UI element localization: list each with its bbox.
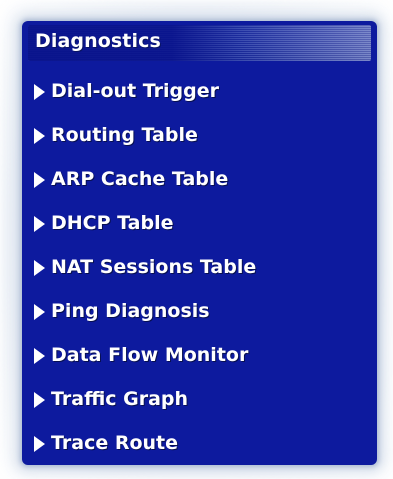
menu-item-traffic-graph[interactable]: Traffic Graph bbox=[34, 377, 370, 421]
menu-item-label[interactable]: ARP Cache Table bbox=[51, 168, 228, 190]
triangle-right-icon bbox=[34, 347, 45, 364]
menu-item-dhcp-table[interactable]: DHCP Table bbox=[34, 201, 370, 245]
diagnostics-menu: Dial-out Trigger Routing Table ARP Cache… bbox=[34, 69, 370, 465]
triangle-right-icon bbox=[34, 127, 45, 144]
triangle-right-icon bbox=[34, 435, 45, 452]
menu-item-arp-cache-table[interactable]: ARP Cache Table bbox=[34, 157, 370, 201]
diagnostics-title: Diagnostics bbox=[35, 30, 161, 52]
menu-item-trace-route[interactable]: Trace Route bbox=[34, 421, 370, 465]
menu-item-label[interactable]: DHCP Table bbox=[51, 212, 174, 234]
menu-item-dial-out-trigger[interactable]: Dial-out Trigger bbox=[34, 69, 370, 113]
menu-item-label[interactable]: Ping Diagnosis bbox=[51, 300, 210, 322]
triangle-right-icon bbox=[34, 171, 45, 188]
menu-item-label[interactable]: Trace Route bbox=[51, 432, 178, 454]
diagnostics-menu-panel: Diagnostics Dial-out Trigger Routing Tab… bbox=[22, 21, 377, 465]
menu-item-label[interactable]: Dial-out Trigger bbox=[51, 80, 219, 102]
menu-item-label[interactable]: NAT Sessions Table bbox=[51, 256, 256, 278]
diagnostics-header: Diagnostics bbox=[28, 25, 371, 61]
triangle-right-icon bbox=[34, 259, 45, 276]
triangle-right-icon bbox=[34, 391, 45, 408]
menu-item-label[interactable]: Traffic Graph bbox=[51, 388, 188, 410]
menu-item-ping-diagnosis[interactable]: Ping Diagnosis bbox=[34, 289, 370, 333]
menu-item-data-flow-monitor[interactable]: Data Flow Monitor bbox=[34, 333, 370, 377]
menu-item-routing-table[interactable]: Routing Table bbox=[34, 113, 370, 157]
menu-item-label[interactable]: Routing Table bbox=[51, 124, 198, 146]
triangle-right-icon bbox=[34, 303, 45, 320]
triangle-right-icon bbox=[34, 215, 45, 232]
menu-item-label[interactable]: Data Flow Monitor bbox=[51, 344, 248, 366]
triangle-right-icon bbox=[34, 83, 45, 100]
menu-item-nat-sessions-table[interactable]: NAT Sessions Table bbox=[34, 245, 370, 289]
